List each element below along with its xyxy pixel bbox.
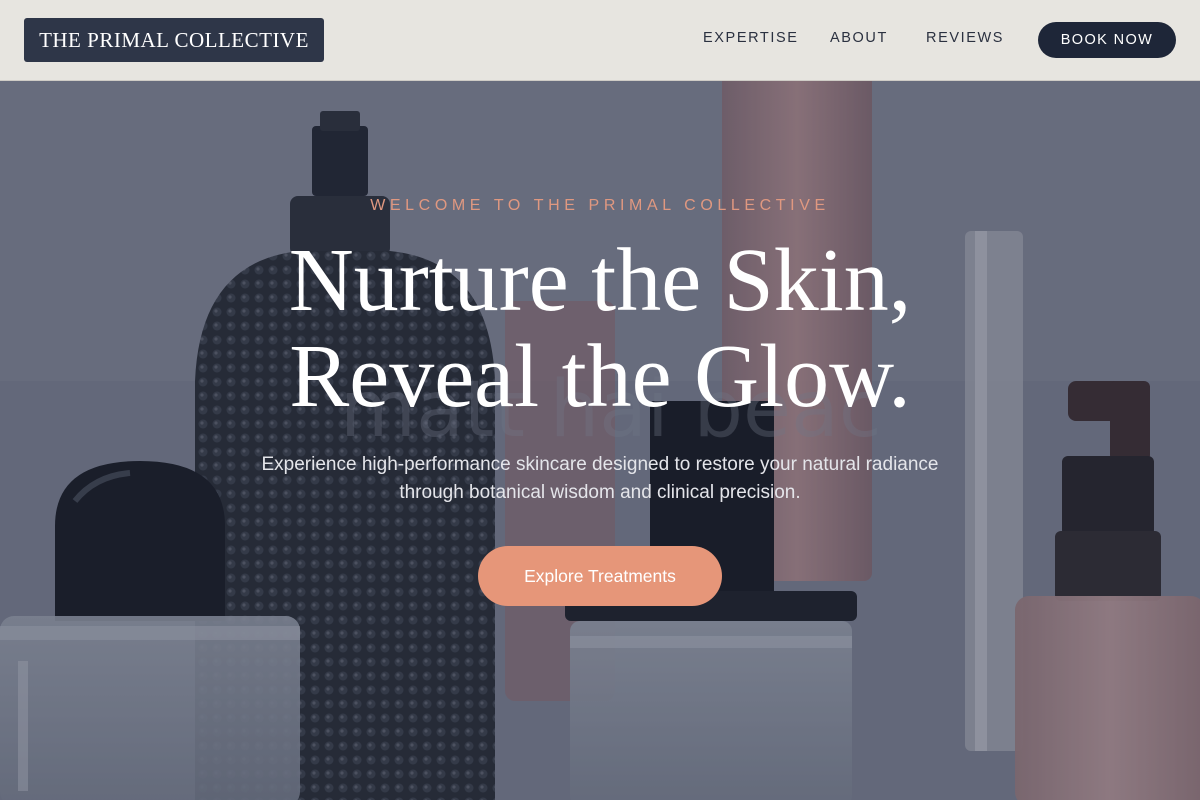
hero-headline-line-2: Reveal the Glow. xyxy=(289,327,911,426)
site-header: THE PRIMAL COLLECTIVE EXPERTISE ABOUT RE… xyxy=(0,0,1200,81)
explore-treatments-button[interactable]: Explore Treatments xyxy=(478,546,722,606)
nav-link-reviews[interactable]: REVIEWS xyxy=(926,30,1004,46)
hero-headline: Nurture the Skin, Reveal the Glow. xyxy=(0,233,1200,425)
book-now-button[interactable]: BOOK NOW xyxy=(1038,22,1176,58)
nav-link-expertise[interactable]: EXPERTISE xyxy=(703,30,799,46)
brand-logo[interactable]: THE PRIMAL COLLECTIVE xyxy=(24,18,324,62)
hero-eyebrow: WELCOME TO THE PRIMAL COLLECTIVE xyxy=(370,197,830,214)
nav-link-about[interactable]: ABOUT xyxy=(830,30,888,46)
hero-subtext: Experience high-performance skincare des… xyxy=(261,454,939,503)
hero-section: matt hai beac WELCOME TO THE PRIMAL COLL… xyxy=(0,81,1200,800)
hero-headline-line-1: Nurture the Skin, xyxy=(288,231,912,330)
hero-content: WELCOME TO THE PRIMAL COLLECTIVE Nurture… xyxy=(0,81,1200,800)
